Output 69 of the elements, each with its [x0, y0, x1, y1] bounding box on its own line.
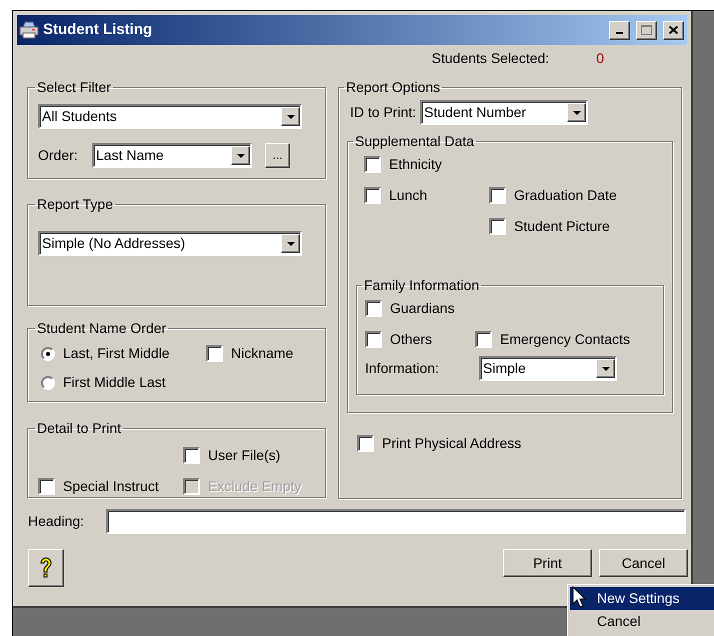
dropdown-button[interactable]	[281, 234, 300, 253]
checkbox[interactable]	[475, 331, 492, 348]
dropdown-field[interactable]: All Students	[38, 104, 302, 129]
browse-button[interactable]: ...	[265, 143, 290, 168]
heading-label: Heading:	[28, 512, 86, 531]
dropdown-button[interactable]	[231, 146, 250, 165]
window-title: Student Listing	[43, 20, 154, 40]
question-mark-icon	[39, 557, 53, 579]
checkbox[interactable]	[364, 156, 381, 173]
checkbox[interactable]	[489, 187, 506, 204]
students-selected-label: Students Selected:	[432, 48, 550, 68]
dropdown-field[interactable]: Student Number	[420, 100, 588, 125]
id-to-print-label: ID to Print:	[350, 103, 416, 122]
checkbox-label: Ethnicity	[389, 155, 442, 174]
radio-label: Last, First Middle	[63, 344, 170, 363]
checkbox-label: Guardians	[390, 299, 455, 318]
checkbox-label: User File(s)	[208, 446, 280, 465]
checkbox[interactable]	[364, 187, 381, 204]
group-title: Report Type	[36, 195, 114, 214]
caret-icon	[286, 242, 294, 246]
students-selected-count: 0	[596, 48, 604, 68]
help-button[interactable]	[28, 549, 64, 587]
group-title: Supplemental Data	[354, 132, 476, 151]
maximize-icon	[641, 25, 652, 35]
dropdown-button[interactable]	[596, 359, 615, 378]
checkbox-label: Lunch	[389, 186, 428, 205]
checkbox-label: Print Physical Address	[382, 434, 522, 453]
group-title: Student Name Order	[36, 319, 168, 338]
dropdown-field[interactable]: Simple	[479, 356, 617, 381]
checkbox-label: Graduation Date	[514, 186, 617, 205]
menu-item[interactable]: New Settings	[570, 587, 714, 610]
close-icon	[669, 26, 678, 34]
minimize-button[interactable]	[609, 20, 630, 40]
dropdown-field[interactable]: Simple (No Addresses)	[38, 231, 302, 256]
radio-label: First Middle Last	[63, 373, 166, 392]
caret-icon	[572, 110, 581, 114]
checkbox-label: Student Picture	[514, 217, 610, 236]
checkbox-label: Special Instruct	[63, 477, 159, 496]
dropdown-field[interactable]: Last Name	[92, 143, 252, 168]
checkbox[interactable]	[38, 478, 55, 495]
heading-field[interactable]	[106, 509, 686, 534]
radio-button[interactable]	[41, 376, 55, 390]
checkbox[interactable]	[183, 447, 200, 464]
information-label: Information:	[365, 359, 440, 378]
checkbox-label: Emergency Contacts	[500, 330, 630, 349]
dropdown-button[interactable]	[281, 107, 300, 126]
menu-item[interactable]: Cancel	[570, 610, 714, 633]
group-title: Family Information	[363, 276, 480, 295]
dialog-button[interactable]: Print	[503, 549, 592, 577]
checkbox[interactable]	[365, 300, 382, 317]
group-title: Detail to Print	[36, 419, 122, 438]
group-title: Report Options	[345, 78, 442, 97]
caret-icon	[236, 154, 244, 158]
checkbox[interactable]	[365, 331, 382, 348]
caret-icon	[286, 114, 294, 118]
dialog-button[interactable]: Cancel	[599, 549, 688, 577]
group-title: Select Filter	[36, 78, 112, 97]
checkbox[interactable]	[489, 218, 506, 235]
close-button[interactable]	[663, 20, 684, 40]
order-label: Order:	[38, 146, 79, 165]
checkbox-label: Nickname	[231, 344, 294, 363]
checkbox[interactable]	[206, 345, 223, 362]
caret-icon	[602, 366, 610, 370]
maximize-button[interactable]	[636, 20, 657, 40]
printer-icon	[19, 21, 39, 39]
checkbox-label: Others	[390, 330, 432, 349]
dropdown-button[interactable]	[567, 103, 586, 122]
radio-button[interactable]	[41, 346, 55, 360]
checkbox[interactable]	[357, 435, 374, 452]
